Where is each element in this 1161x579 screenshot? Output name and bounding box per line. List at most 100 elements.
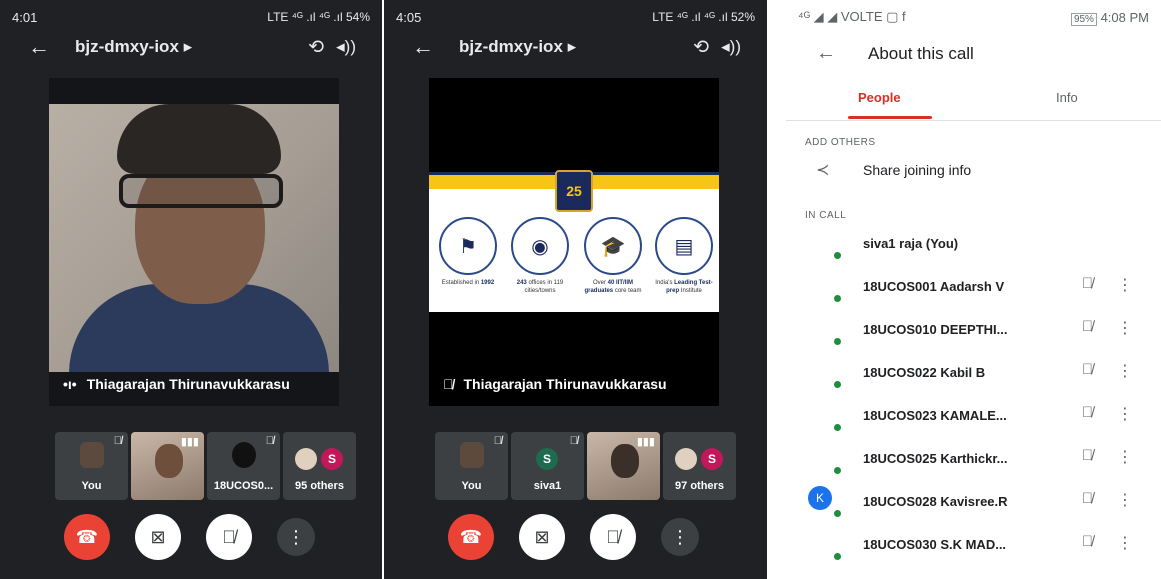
participant-name: siva1 raja (You) — [863, 236, 959, 251]
call-header: ← bjz-dmxy-iox ▸ ⟲ ◂)) — [384, 30, 767, 64]
avatar: S — [701, 448, 723, 470]
more-vert-icon[interactable]: ⋮ — [1117, 318, 1133, 338]
participant-row[interactable]: K 18UCOS028 Kavisree.R 🎙̸ ⋮ — [786, 486, 1161, 529]
battery-level: 95% — [1070, 12, 1097, 26]
online-indicator — [834, 338, 841, 345]
speaker-icon[interactable]: ◂)) — [721, 37, 741, 57]
more-vert-icon[interactable]: ⋮ — [1117, 533, 1133, 553]
status-indicators: LTE ⁴ᴳ .ıl ⁴ᴳ .ıl 52% — [652, 10, 755, 24]
more-vert-icon[interactable]: ⋮ — [1117, 490, 1133, 510]
participant-row[interactable]: 18UCOS023 KAMALE... 🎙̸ ⋮ — [786, 400, 1161, 443]
online-indicator — [834, 295, 841, 302]
status-indicators: ⁴ᴳ ◢ ◢ VOLTE ▢ f — [798, 9, 906, 24]
participant-name: 18UCOS001 Aadarsh V — [863, 279, 1005, 294]
participant-strip: 🎙̸ You 🎙̸ S siva1 ▮▮▮ S 97 others — [435, 432, 736, 500]
tile-label: You — [461, 480, 482, 492]
status-bar: 4:01 LTE ⁴ᴳ .ıl ⁴ᴳ .ıl 54% — [12, 8, 370, 26]
back-arrow-icon[interactable]: ← — [816, 42, 836, 65]
tab-info[interactable]: Info — [1056, 90, 1078, 105]
speaker-name: Thiagarajan Thirunavukkarasu — [86, 376, 290, 392]
mic-toggle-button[interactable]: 🎙̸ — [590, 514, 636, 560]
mic-off-icon: 🎙̸ — [1081, 404, 1093, 421]
switch-camera-icon[interactable]: ⟲ — [308, 36, 324, 59]
participant-tile-video[interactable]: ▮▮▮ — [131, 432, 204, 500]
speaker-icon[interactable]: ◂)) — [336, 37, 356, 57]
more-vert-icon[interactable]: ⋮ — [1117, 275, 1133, 295]
participant-name: 18UCOS023 KAMALE... — [863, 408, 1007, 423]
section-heading-in-call: IN CALL — [805, 210, 847, 221]
online-indicator — [834, 252, 841, 259]
status-time: 4:08 PM — [1100, 9, 1149, 25]
participant-row[interactable]: 18UCOS025 Karthickr... 🎙̸ ⋮ — [786, 443, 1161, 486]
graduation-cap-icon: 🎓 — [584, 217, 642, 275]
back-arrow-icon[interactable]: ← — [412, 34, 434, 60]
avatar: S — [536, 448, 558, 470]
participant-row[interactable]: 18UCOS022 Kabil B 🎙̸ ⋮ — [786, 357, 1161, 400]
tile-label: siva1 — [533, 480, 562, 492]
online-indicator — [834, 424, 841, 431]
participant-video-feed — [49, 104, 339, 372]
presentation-view[interactable]: 25 ⚑ ◉ 🎓 ▤ Established in 1992 243 offic… — [429, 78, 719, 406]
page-title: About this call — [868, 44, 974, 63]
avatar — [295, 448, 317, 470]
more-vert-icon[interactable]: ⋮ — [1117, 447, 1133, 467]
participant-row[interactable]: 18UCOS010 DEEPTHI... 🎙̸ ⋮ — [786, 314, 1161, 357]
more-vert-icon[interactable]: ⋮ — [1117, 361, 1133, 381]
tile-label: You — [81, 480, 102, 492]
meeting-title[interactable]: bjz-dmxy-iox ▸ — [459, 37, 576, 57]
mic-off-icon: 🎙̸ — [1081, 447, 1093, 464]
end-call-button[interactable]: ☎ — [448, 514, 494, 560]
avatar: K — [808, 486, 832, 510]
participant-name: 18UCOS022 Kabil B — [863, 365, 986, 380]
mic-off-icon: 🎙̸ — [1081, 275, 1093, 292]
participant-row[interactable]: siva1 raja (You) — [786, 228, 1161, 271]
switch-camera-icon[interactable]: ⟲ — [693, 36, 709, 59]
participant-tile-others[interactable]: S 95 others — [283, 432, 356, 500]
participant-tile-you[interactable]: 🎙̸ You — [55, 432, 128, 500]
participant-row[interactable]: 18UCOS001 Aadarsh V 🎙̸ ⋮ — [786, 271, 1161, 314]
participant-tile-you[interactable]: 🎙̸ You — [435, 432, 508, 500]
mic-toggle-button[interactable]: 🎙̸ — [206, 514, 252, 560]
camera-toggle-button[interactable]: ⊠ — [519, 514, 565, 560]
more-vert-icon[interactable]: ⋮ — [1117, 404, 1133, 424]
mic-off-icon: 🎙̸ — [265, 435, 274, 447]
location-icon: ◉ — [511, 217, 569, 275]
mic-off-icon: 🎙̸ — [443, 376, 454, 392]
share-joining-info-button[interactable]: Share joining info — [863, 162, 971, 178]
share-icon: ≺ — [816, 162, 830, 179]
participant-name: 18UCOS028 Kavisree.R — [863, 494, 1008, 509]
speaker-caption: 🎙̸ Thiagarajan Thirunavukkarasu — [443, 376, 667, 392]
active-tab-indicator — [848, 116, 932, 119]
anniversary-logo: 25 — [555, 170, 593, 212]
participant-row[interactable]: 18UCOS030 S.K MAD... 🎙̸ ⋮ — [786, 529, 1161, 572]
participant-tile-others[interactable]: S 97 others — [663, 432, 736, 500]
participant-tile-video[interactable]: ▮▮▮ — [587, 432, 660, 500]
meeting-title[interactable]: bjz-dmxy-iox ▸ — [75, 37, 192, 57]
tab-people[interactable]: People — [858, 90, 901, 105]
flag-icon: ⚑ — [439, 217, 497, 275]
audio-bars-icon: ▮▮▮ — [180, 436, 199, 448]
call-controls: ☎ ⊠ 🎙̸ ⋮ — [64, 514, 315, 560]
end-call-button[interactable]: ☎ — [64, 514, 110, 560]
participant-tile-siva1[interactable]: 🎙̸ S siva1 — [511, 432, 584, 500]
participant-thumbnail — [460, 442, 484, 468]
speaker-caption: •ı• Thiagarajan Thirunavukkarasu — [63, 376, 290, 392]
more-options-button[interactable]: ⋮ — [277, 518, 315, 556]
participant-tile-18ucos0[interactable]: 🎙̸ 18UCOS0... — [207, 432, 280, 500]
meet-call-screen-1: 4:01 LTE ⁴ᴳ .ıl ⁴ᴳ .ıl 54% ← bjz-dmxy-io… — [0, 0, 382, 579]
camera-toggle-button[interactable]: ⊠ — [135, 514, 181, 560]
main-video[interactable]: •ı• Thiagarajan Thirunavukkarasu — [49, 78, 339, 406]
more-options-button[interactable]: ⋮ — [661, 518, 699, 556]
participant-thumbnail — [80, 442, 104, 468]
participant-thumbnail — [155, 444, 183, 478]
call-header: ← bjz-dmxy-iox ▸ ⟲ ◂)) — [0, 30, 382, 64]
call-controls: ☎ ⊠ 🎙̸ ⋮ — [448, 514, 699, 560]
mic-off-icon: 🎙̸ — [1081, 533, 1093, 550]
slide-fact: Over 40 IIT/IIM graduates core team — [584, 280, 642, 294]
online-indicator — [834, 467, 841, 474]
avatar: S — [321, 448, 343, 470]
avatar — [675, 448, 697, 470]
participant-name: 18UCOS030 S.K MAD... — [863, 537, 1007, 552]
status-bar: ⁴ᴳ ◢ ◢ VOLTE ▢ f 95% 4:08 PM — [798, 8, 1149, 26]
back-arrow-icon[interactable]: ← — [28, 34, 50, 60]
